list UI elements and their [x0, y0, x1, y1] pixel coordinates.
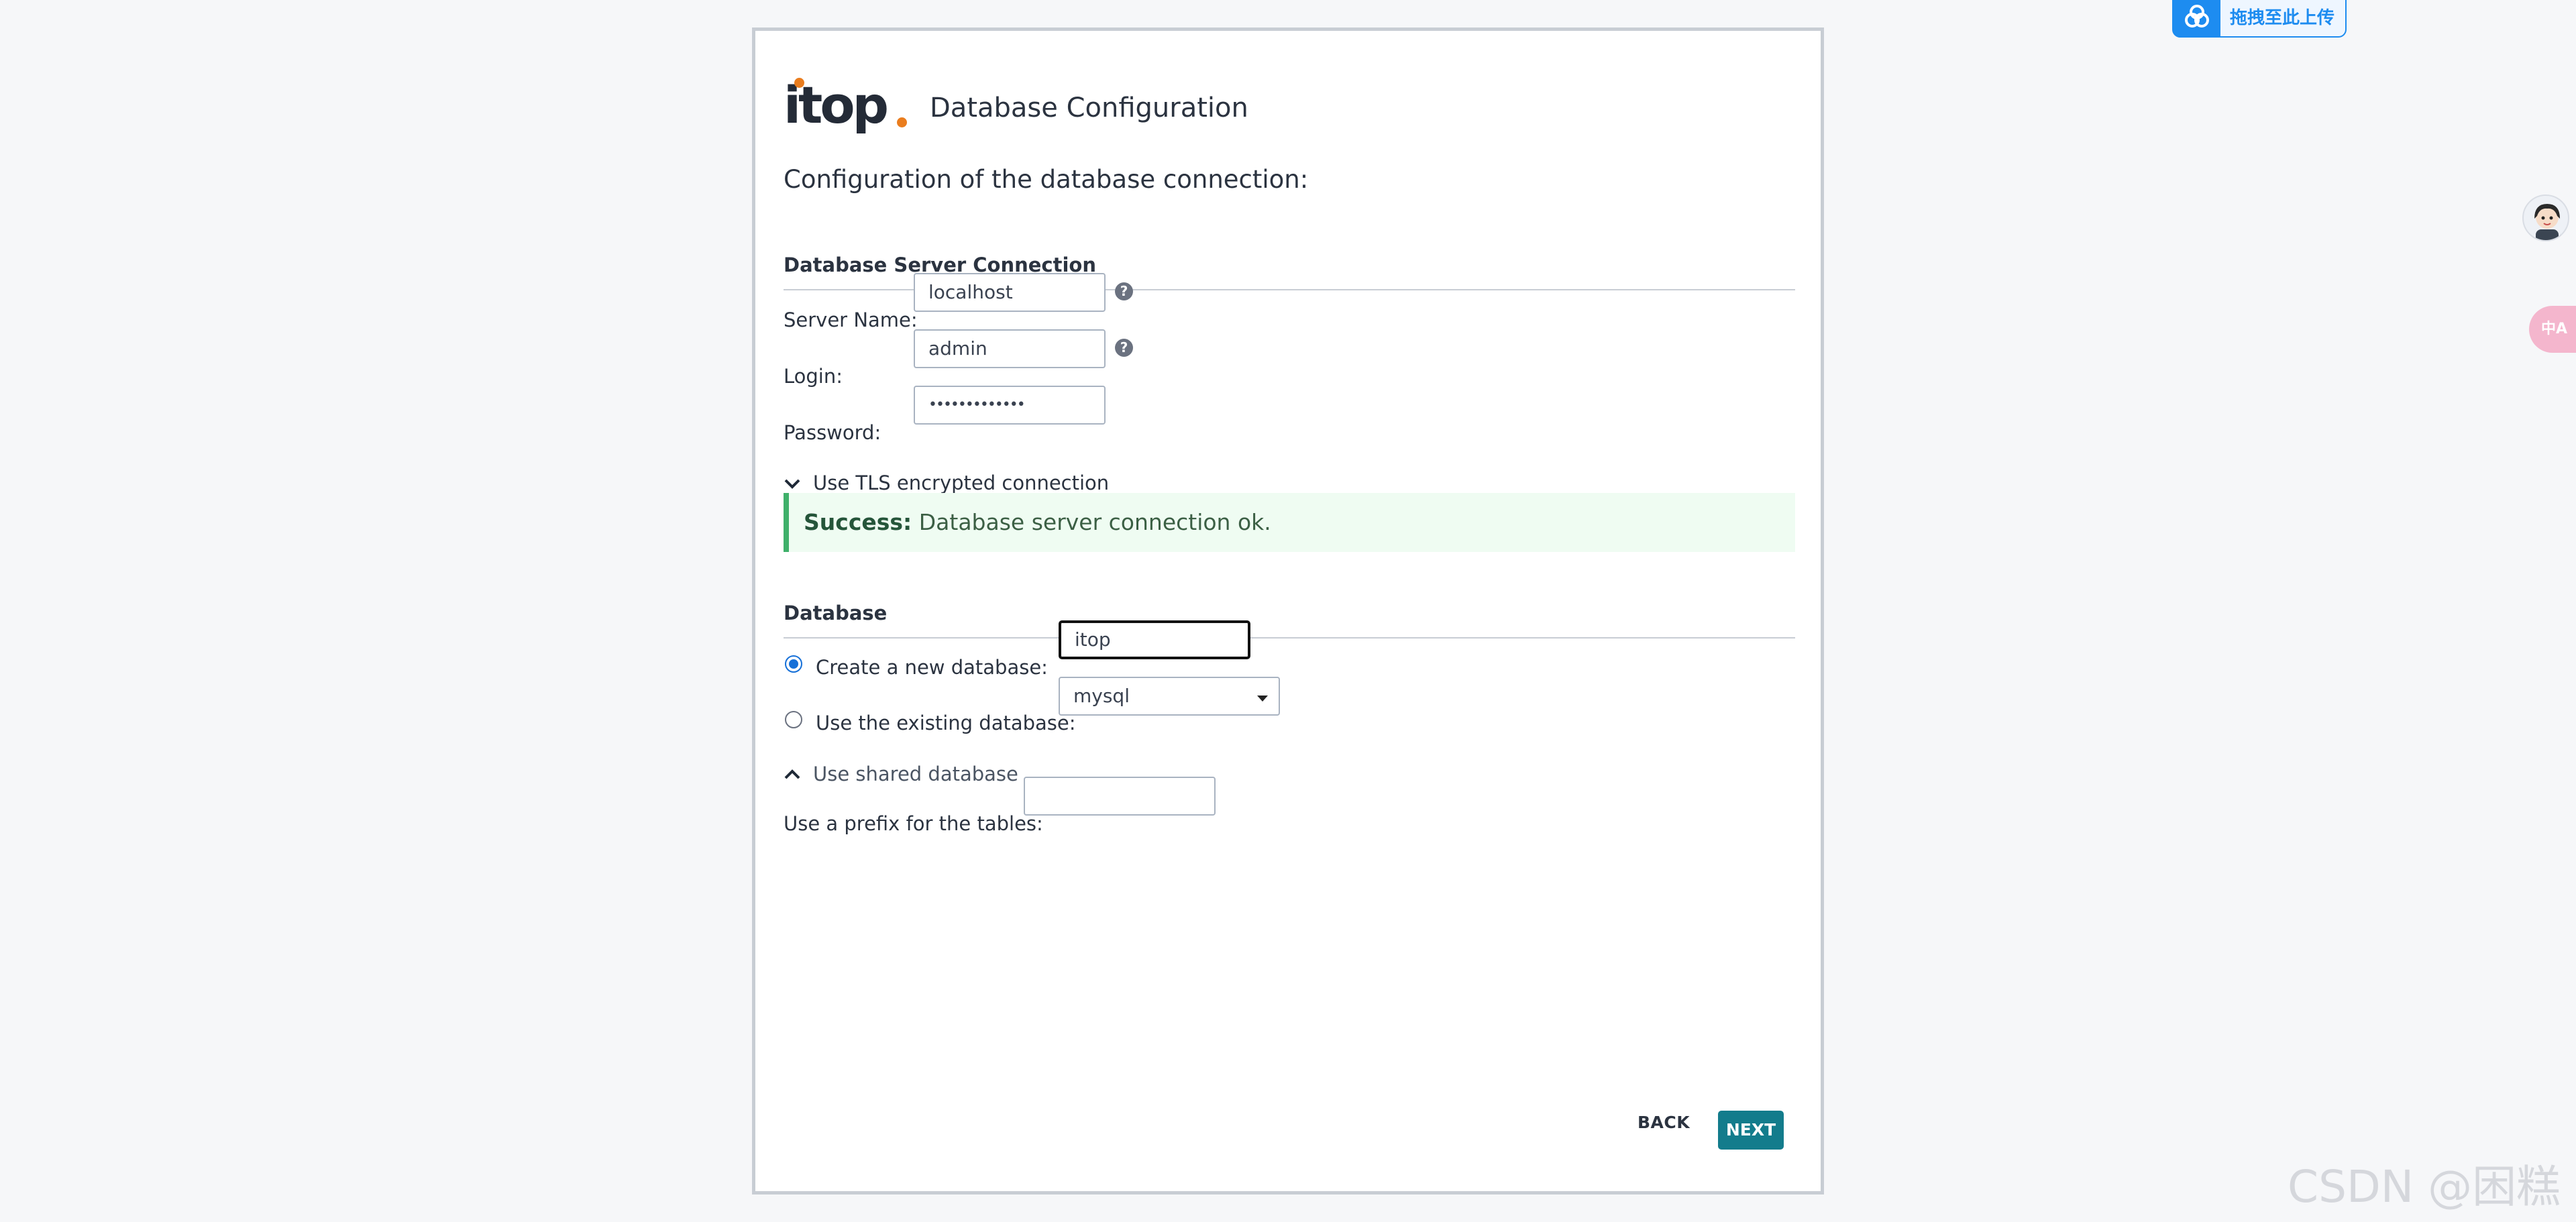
table-prefix-input[interactable]	[1024, 777, 1216, 816]
chevron-up-icon	[784, 763, 813, 785]
drag-upload-widget[interactable]: 拖拽至此上传	[2172, 0, 2347, 38]
itop-logo: itop	[784, 75, 911, 142]
create-database-radio[interactable]	[785, 655, 802, 673]
existing-database-label: Use the existing database:	[816, 712, 1076, 734]
logo-dot-end-icon	[897, 117, 907, 127]
alert-message: Database server connection ok.	[918, 509, 1271, 535]
cloud-upload-icon	[2174, 0, 2220, 38]
page-title: Database Configuration	[930, 93, 1248, 123]
login-input[interactable]: admin	[914, 329, 1106, 368]
next-button[interactable]: NEXT	[1718, 1111, 1784, 1150]
tls-toggle-label: Use TLS encrypted connection	[813, 471, 1110, 494]
existing-database-radio[interactable]	[785, 711, 802, 728]
password-input[interactable]: •••••••••••••	[914, 386, 1106, 425]
prefix-label: Use a prefix for the tables:	[784, 812, 1043, 835]
setup-wizard-panel: itop Database Configuration Configuratio…	[752, 27, 1824, 1195]
upload-label: 拖拽至此上传	[2230, 8, 2335, 28]
existing-database-select[interactable]: mysql	[1059, 677, 1280, 716]
tls-toggle[interactable]: Use TLS encrypted connection	[784, 471, 1109, 494]
translate-icon: 中A	[2541, 321, 2568, 337]
shared-database-toggle-label: Use shared database	[813, 763, 1018, 785]
server-name-help-icon[interactable]: ?	[1115, 282, 1133, 300]
login-help-icon[interactable]: ?	[1115, 339, 1133, 357]
page-subtitle: Configuration of the database connection…	[784, 165, 1309, 194]
server-name-label: Server Name:	[784, 309, 918, 331]
database-section-divider	[784, 637, 1795, 638]
new-database-name-input[interactable]: itop	[1059, 620, 1250, 659]
server-name-input[interactable]: localhost	[914, 273, 1106, 312]
chevron-down-icon	[784, 471, 813, 494]
alert-status: Success:	[804, 509, 912, 535]
password-label: Password:	[784, 421, 881, 444]
watermark: CSDN @困糕	[2288, 1161, 2561, 1213]
translate-toggle-button[interactable]: 中A	[2529, 306, 2576, 353]
database-section-title: Database	[784, 602, 888, 624]
assistant-avatar-icon[interactable]	[2522, 195, 2569, 241]
logo-dot-icon	[794, 78, 804, 88]
success-alert: Success: Database server connection ok.	[784, 493, 1795, 552]
shared-database-toggle[interactable]: Use shared database	[784, 763, 1018, 785]
create-database-label: Create a new database:	[816, 656, 1048, 679]
login-label: Login:	[784, 365, 843, 388]
existing-database-selected: mysql	[1073, 685, 1130, 707]
dropdown-caret-icon	[1257, 696, 1268, 702]
back-button[interactable]: BACK	[1638, 1113, 1690, 1132]
